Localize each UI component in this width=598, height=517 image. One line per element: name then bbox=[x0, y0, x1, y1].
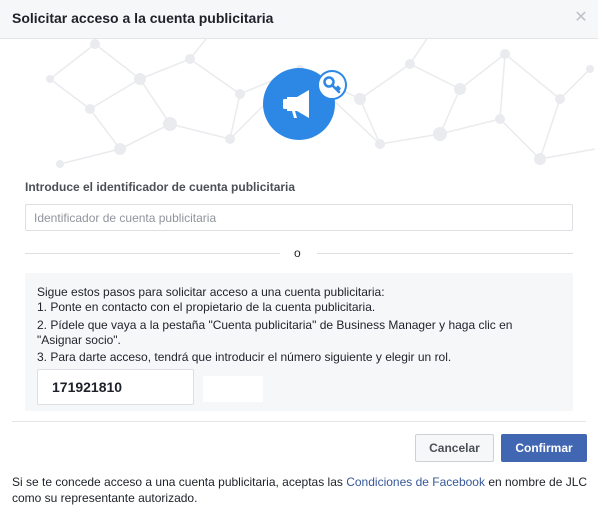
instruction-step-1: 1. Ponte en contacto con el propietario … bbox=[37, 300, 376, 314]
ad-account-id-input[interactable] bbox=[25, 204, 573, 231]
legal-notice: Si se te concede acceso a una cuenta pub… bbox=[12, 474, 592, 506]
divider-left bbox=[25, 253, 280, 254]
instruction-step-2: 2. Pídele que vaya a la pestaña "Cuenta … bbox=[37, 318, 513, 332]
dialog-header: Solicitar acceso a la cuenta publicitari… bbox=[0, 0, 598, 39]
copy-placeholder bbox=[203, 376, 263, 402]
facebook-terms-link[interactable]: Condiciones de Facebook bbox=[346, 475, 485, 489]
dialog-title: Solicitar acceso a la cuenta publicitari… bbox=[12, 10, 274, 26]
key-icon bbox=[317, 70, 347, 100]
request-ad-account-access-dialog: Solicitar acceso a la cuenta publicitari… bbox=[0, 0, 598, 517]
legal-text-before: Si se te concede acceso a una cuenta pub… bbox=[12, 475, 347, 489]
confirm-button[interactable]: Confirmar bbox=[501, 434, 587, 462]
close-icon[interactable]: ✕ bbox=[574, 10, 588, 26]
business-id-field[interactable]: 171921810 bbox=[37, 369, 194, 405]
instruction-step-2-continued: "Asignar socio". bbox=[37, 333, 121, 347]
divider-or-text: o bbox=[294, 246, 301, 260]
footer-divider bbox=[12, 421, 586, 422]
instructions-intro: Sigue estos pasos para solicitar acceso … bbox=[37, 285, 385, 299]
ad-account-id-label: Introduce el identificador de cuenta pub… bbox=[25, 180, 296, 194]
cancel-button[interactable]: Cancelar bbox=[415, 434, 494, 462]
divider-right bbox=[317, 253, 573, 254]
instructions-panel: Sigue estos pasos para solicitar acceso … bbox=[25, 273, 573, 411]
instruction-step-3: 3. Para darte acceso, tendrá que introdu… bbox=[37, 350, 452, 364]
